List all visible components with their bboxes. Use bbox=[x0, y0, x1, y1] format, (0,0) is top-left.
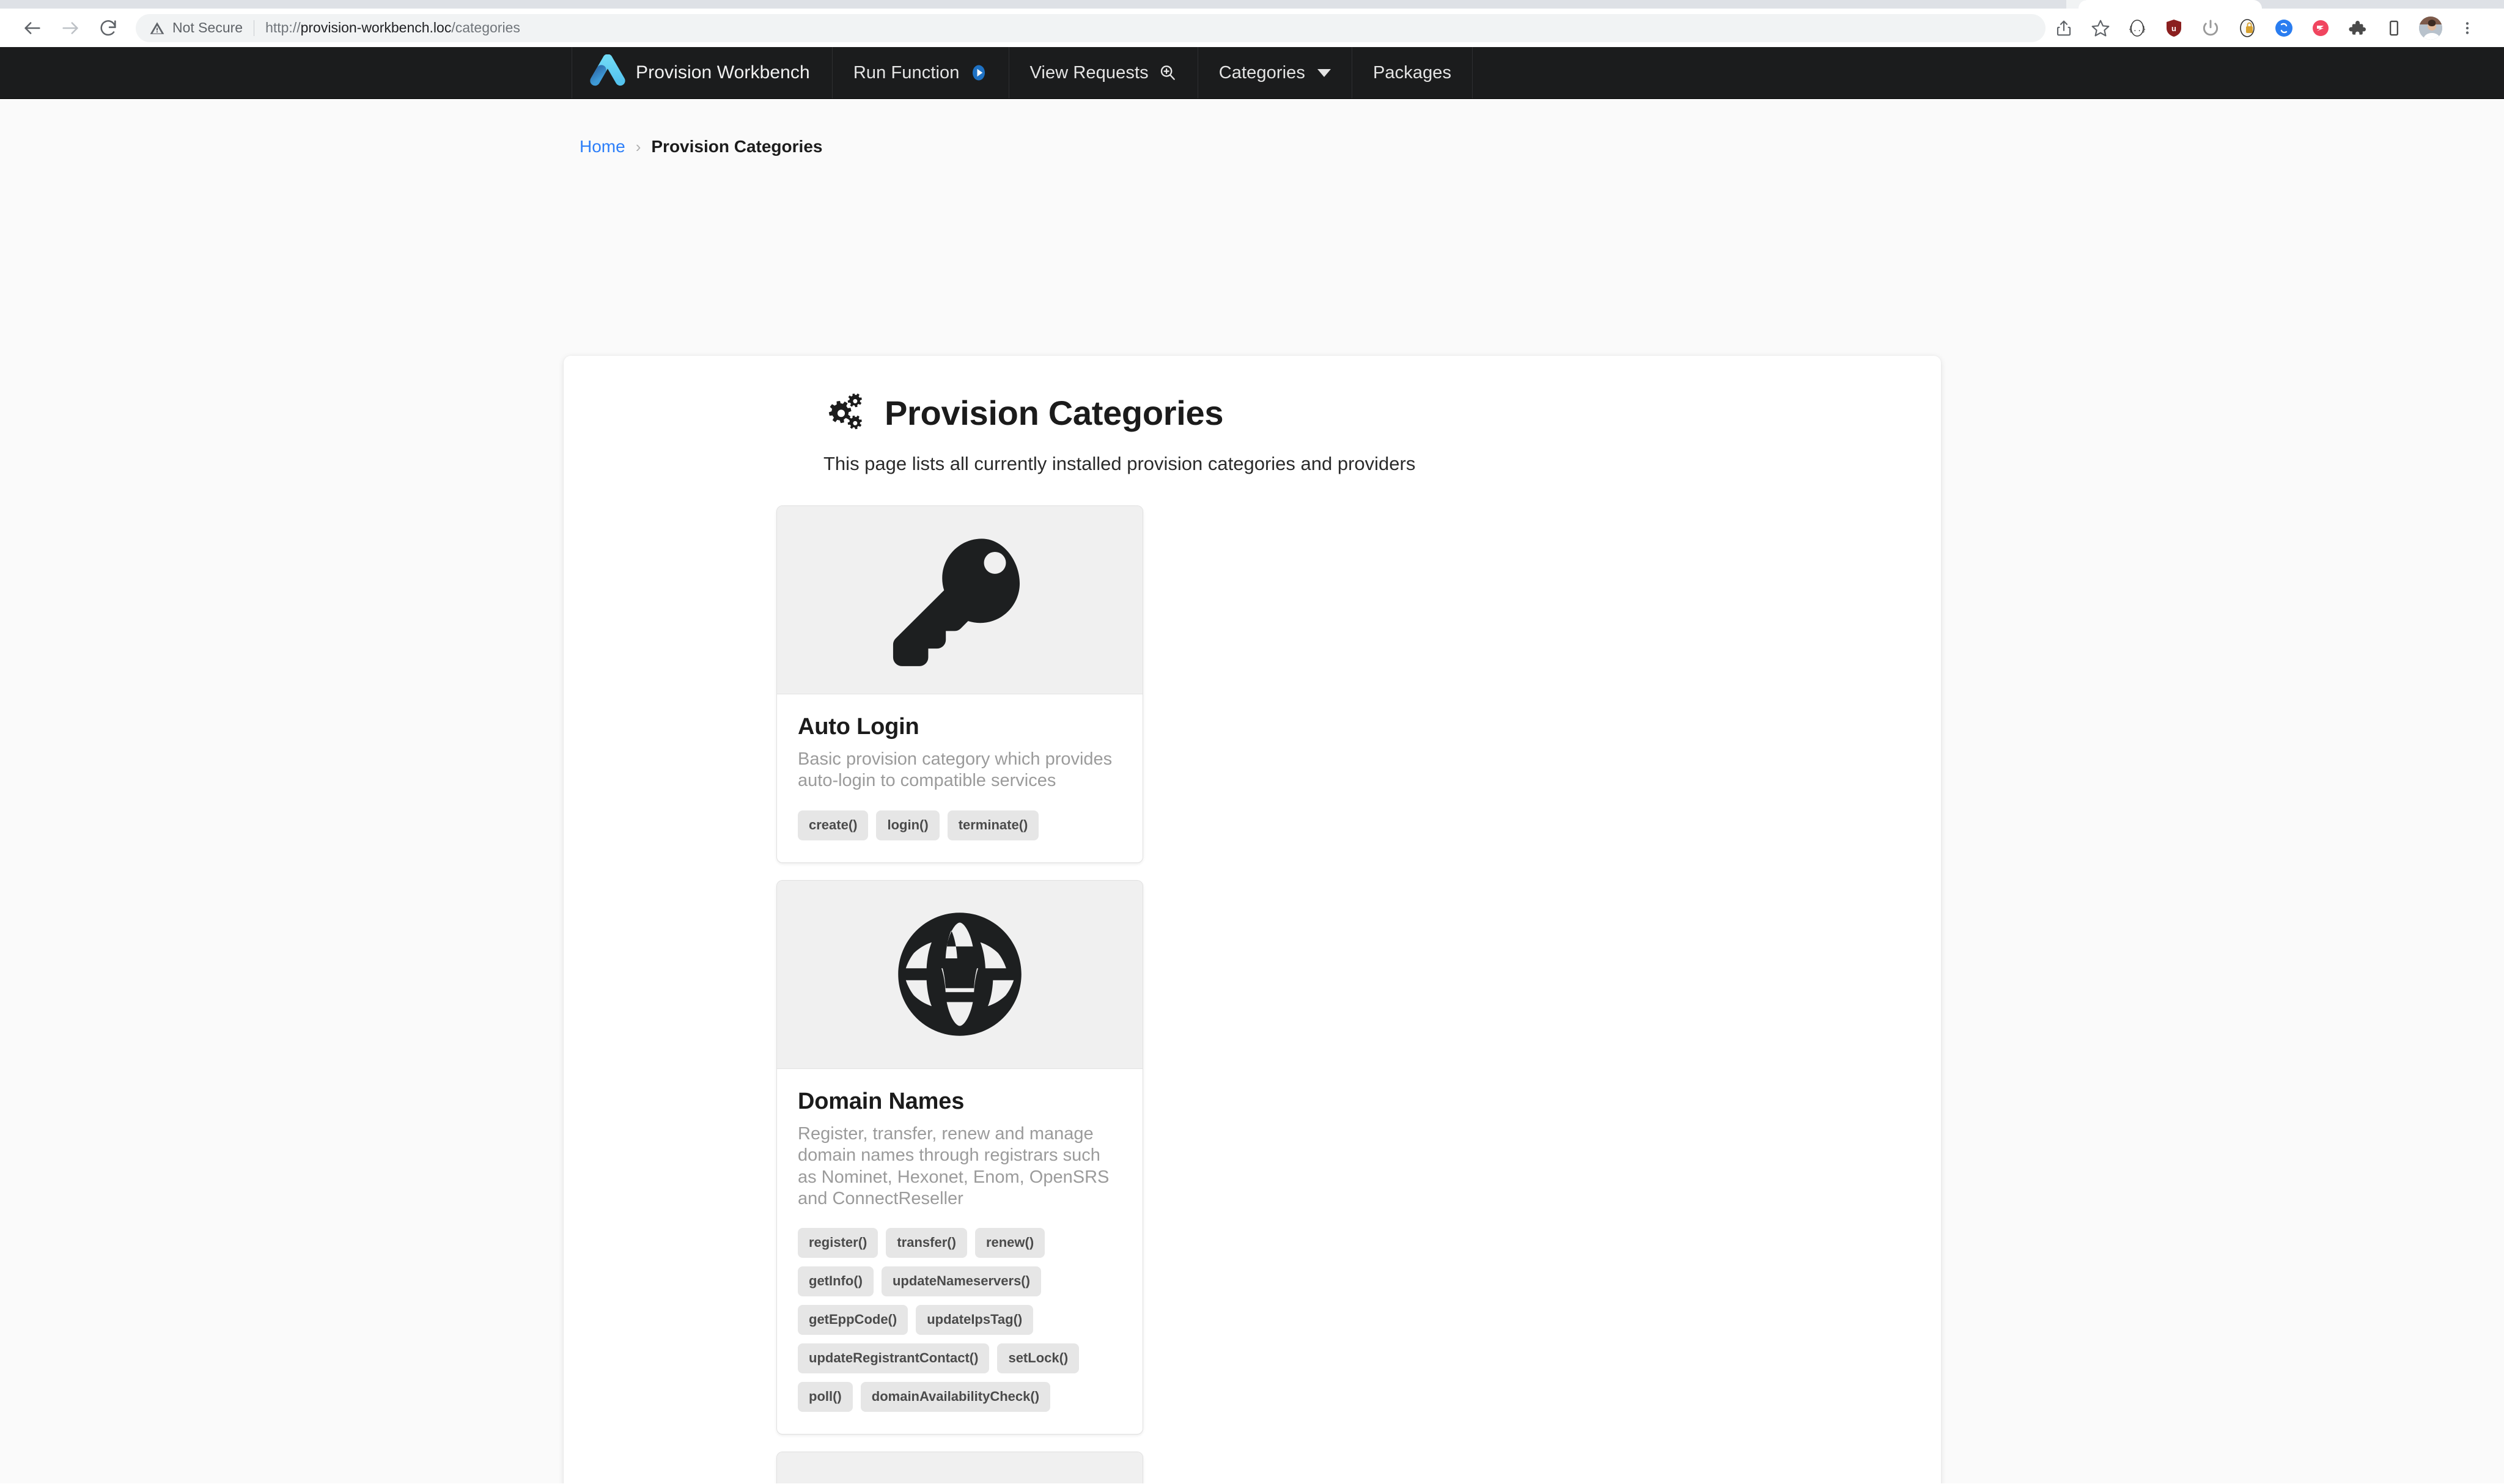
browser-toolbar: Not Secure http://provision-workbench.lo… bbox=[0, 9, 2504, 47]
function-pill[interactable]: getEppCode() bbox=[798, 1305, 908, 1335]
category-card-hello-world[interactable]: Hello World A demonstration category tha… bbox=[776, 1452, 1143, 1483]
navbar-item-label: Run Function bbox=[853, 62, 960, 83]
navbar-brand[interactable]: Provision Workbench bbox=[572, 47, 833, 98]
categories-panel: Provision Categories This page lists all… bbox=[564, 356, 1941, 1483]
function-pill[interactable]: updateIpsTag() bbox=[916, 1305, 1034, 1335]
panel-header: Provision Categories This page lists all… bbox=[564, 392, 1941, 475]
address-bar-url[interactable]: http://provision-workbench.loc/categorie… bbox=[265, 20, 520, 36]
category-card-auto-login[interactable]: Auto Login Basic provision category whic… bbox=[776, 505, 1143, 863]
key-icon bbox=[889, 530, 1030, 670]
browser-chrome: Not Secure http://provision-workbench.lo… bbox=[0, 0, 2504, 47]
extensions-puzzle-icon[interactable] bbox=[2339, 10, 2376, 46]
page-title: Provision Categories bbox=[885, 394, 1224, 432]
breadcrumb-home-link[interactable]: Home bbox=[580, 137, 625, 156]
ublock-origin-extension-icon[interactable]: u bbox=[2156, 10, 2192, 46]
card-image bbox=[777, 506, 1143, 694]
card-description: Basic provision category which provides … bbox=[798, 749, 1113, 791]
navbar-item-packages[interactable]: Packages bbox=[1352, 47, 1473, 98]
bookmark-star-icon[interactable] bbox=[2082, 10, 2119, 46]
navbar-item-view-requests[interactable]: View Requests bbox=[1009, 47, 1198, 98]
tab-strip[interactable] bbox=[0, 0, 2504, 9]
function-pill-list: register() transfer() renew() getInfo() … bbox=[798, 1228, 1122, 1412]
card-description: Register, transfer, renew and manage dom… bbox=[798, 1123, 1110, 1208]
card-title: Auto Login bbox=[798, 714, 919, 740]
function-pill[interactable]: login() bbox=[876, 810, 940, 840]
card-image bbox=[777, 880, 1143, 1069]
device-toolbar-icon[interactable] bbox=[2376, 10, 2412, 46]
navbar-item-label: View Requests bbox=[1029, 62, 1149, 83]
function-pill[interactable]: register() bbox=[798, 1228, 878, 1258]
navbar-item-categories[interactable]: Categories bbox=[1198, 47, 1352, 98]
card-title: Domain Names bbox=[798, 1088, 965, 1114]
function-pill[interactable]: updateRegistrantContact() bbox=[798, 1343, 990, 1374]
url-scheme: http:// bbox=[265, 20, 301, 35]
card-body: Domain Names Register, transfer, renew a… bbox=[777, 1069, 1143, 1434]
panel-title-row: Provision Categories bbox=[823, 392, 1941, 433]
browser-tab-active[interactable] bbox=[2079, 0, 2262, 9]
breadcrumb-current: Provision Categories bbox=[651, 137, 823, 156]
breadcrumb: Home › Provision Categories bbox=[0, 99, 2504, 156]
extension-pink-icon[interactable] bbox=[2302, 10, 2339, 46]
navbar-item-label: Packages bbox=[1372, 62, 1452, 83]
function-pill[interactable]: terminate() bbox=[947, 810, 1039, 840]
cogs-icon bbox=[823, 392, 864, 433]
function-pill[interactable]: getInfo() bbox=[798, 1266, 874, 1297]
card-body: Auto Login Basic provision category whic… bbox=[777, 694, 1143, 862]
not-secure-warning-icon bbox=[149, 20, 165, 36]
card-image bbox=[777, 1452, 1143, 1483]
function-pill[interactable]: updateNameservers() bbox=[881, 1266, 1041, 1297]
category-card-grid: Auto Login Basic provision category whic… bbox=[564, 475, 1358, 1483]
page-content: Home › Provision Categories Provision Ca… bbox=[0, 99, 2504, 1483]
chevron-down-icon bbox=[1317, 68, 1331, 77]
navbar-item-label: Categories bbox=[1218, 62, 1305, 83]
function-pill[interactable]: create() bbox=[798, 810, 869, 840]
back-arrow-icon[interactable] bbox=[13, 9, 51, 47]
function-pill[interactable]: poll() bbox=[798, 1382, 853, 1412]
shazam-extension-icon[interactable] bbox=[2266, 10, 2302, 46]
share-icon[interactable] bbox=[2046, 10, 2082, 46]
function-pill[interactable]: setLock() bbox=[997, 1343, 1080, 1374]
address-bar[interactable]: Not Secure http://provision-workbench.lo… bbox=[136, 13, 2046, 42]
reload-icon[interactable] bbox=[89, 9, 127, 47]
function-pill[interactable]: transfer() bbox=[886, 1228, 967, 1258]
lastpass-extension-icon[interactable] bbox=[2229, 10, 2266, 46]
navbar-brand-label: Provision Workbench bbox=[636, 62, 810, 83]
security-status-label: Not Secure bbox=[172, 20, 243, 35]
svg-text:u: u bbox=[2171, 24, 2176, 33]
breadcrumb-separator: › bbox=[635, 137, 641, 156]
app-navbar: Provision Workbench Run Function View Re… bbox=[0, 47, 2504, 99]
forward-arrow-icon[interactable] bbox=[51, 9, 89, 47]
url-path: /categories bbox=[451, 20, 520, 35]
play-circle-icon bbox=[970, 64, 988, 82]
profile-avatar[interactable] bbox=[2412, 10, 2449, 46]
function-pill-list: create() login() terminate() bbox=[798, 810, 1122, 840]
power-toggle-extension-icon[interactable] bbox=[2192, 10, 2229, 46]
navbar-item-run-function[interactable]: Run Function bbox=[833, 47, 1009, 98]
chrome-menu-icon[interactable] bbox=[2449, 10, 2486, 46]
page-subtitle: This page lists all currently installed … bbox=[823, 453, 1416, 474]
svg-text:{..}: {..} bbox=[2129, 25, 2146, 34]
category-card-domain-names[interactable]: Domain Names Register, transfer, renew a… bbox=[776, 880, 1143, 1435]
globe-icon bbox=[896, 911, 1023, 1038]
json-viewer-extension-icon[interactable]: {..} bbox=[2119, 10, 2156, 46]
function-pill[interactable]: renew() bbox=[974, 1228, 1045, 1258]
url-host: provision-workbench.loc bbox=[300, 20, 452, 35]
provision-workbench-logo bbox=[589, 54, 626, 91]
search-plus-icon bbox=[1158, 64, 1177, 82]
function-pill[interactable]: domainAvailabilityCheck() bbox=[860, 1382, 1051, 1412]
browser-toolbar-actions: {..} u bbox=[2046, 10, 2486, 46]
